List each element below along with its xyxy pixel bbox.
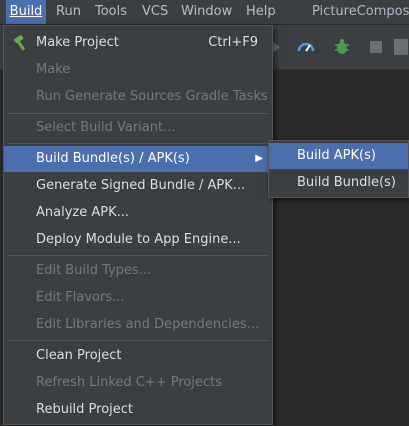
menu-item-label: Rebuild Project [36,402,134,417]
menu-vcs[interactable]: VCS [142,0,168,24]
menu-window-label: Window [181,4,233,19]
main-toolbar [270,25,409,70]
submenu-arrow-icon: ▶ [255,153,263,164]
debug-bug-icon[interactable] [332,37,352,57]
project-title: PictureCompose [312,4,409,19]
menu-item-label: Edit Libraries and Dependencies... [36,317,260,332]
menu-item-refresh-linked-cpp: Refresh Linked C++ Projects [4,370,272,396]
menu-run[interactable]: Run [56,0,81,24]
hammer-icon [13,35,26,51]
menu-item-label: Build Bundle(s) / APK(s) [36,151,190,166]
submenu-item-build-apk[interactable]: Build APK(s) [269,143,408,169]
menu-bar: Build Run Tools VCS Window Help PictureC… [0,0,409,25]
menu-item-generate-signed-bundle[interactable]: Generate Signed Bundle / APK... [4,173,272,199]
menu-item-edit-flavors: Edit Flavors... [4,285,272,311]
menu-separator [8,255,268,256]
menu-separator [8,340,268,341]
menu-item-label: Generate Signed Bundle / APK... [36,178,246,193]
menu-item-label: Analyze APK... [36,205,130,220]
menu-item-label: Make Project [36,35,119,50]
profiler-gauge-icon[interactable] [296,37,316,57]
build-bundle-submenu: Build APK(s) Build Bundle(s) [268,140,409,198]
menu-item-label: Select Build Variant... [36,120,176,135]
menu-item-label: Refresh Linked C++ Projects [36,375,223,390]
menu-build[interactable]: Build [6,0,46,24]
menu-item-build-bundle-apk[interactable]: Build Bundle(s) / APK(s) ▶ [4,146,272,172]
run-arrow-icon[interactable] [270,37,290,57]
menu-vcs-label: VCS [142,4,169,19]
menu-item-make: Make [4,57,272,83]
menu-item-rebuild-project[interactable]: Rebuild Project [4,397,272,423]
submenu-item-build-bundle[interactable]: Build Bundle(s) [269,170,408,196]
menu-build-label: Build [9,4,43,19]
menu-window[interactable]: Window [181,0,232,24]
menu-help[interactable]: Help [246,0,276,24]
menu-item-label: Clean Project [36,348,122,363]
menu-item-label: Deploy Module to App Engine... [36,232,241,247]
stop-icon[interactable] [366,37,386,57]
menu-item-label: Edit Flavors... [36,290,125,305]
menu-item-edit-libraries: Edit Libraries and Dependencies... [4,312,272,338]
menu-item-select-build-variant: Select Build Variant... [4,115,272,141]
toolbar-overflow-icon[interactable] [392,37,409,57]
menu-item-analyze-apk[interactable]: Analyze APK... [4,200,272,226]
menu-item-clean-project[interactable]: Clean Project [4,343,272,369]
menu-tools[interactable]: Tools [95,0,127,24]
submenu-item-label: Build Bundle(s) [297,175,396,190]
submenu-item-label: Build APK(s) [297,148,376,163]
menu-run-label: Run [56,4,81,19]
build-menu-dropdown: Make Project Ctrl+F9 Make Run Generate S… [3,25,273,425]
menu-item-label: Run Generate Sources Gradle Tasks [36,89,268,104]
menu-separator [8,143,268,144]
menu-tools-label: Tools [95,4,128,19]
menu-item-make-project[interactable]: Make Project Ctrl+F9 [4,30,272,56]
shortcut-label: Ctrl+F9 [208,35,258,50]
menu-item-edit-build-types: Edit Build Types... [4,258,272,284]
menu-item-run-generate-sources: Run Generate Sources Gradle Tasks [4,84,272,110]
menu-item-deploy-module[interactable]: Deploy Module to App Engine... [4,227,272,253]
menu-help-label: Help [246,4,276,19]
menu-item-label: Edit Build Types... [36,263,152,278]
menu-item-label: Make [36,62,71,77]
menu-separator [8,113,268,114]
